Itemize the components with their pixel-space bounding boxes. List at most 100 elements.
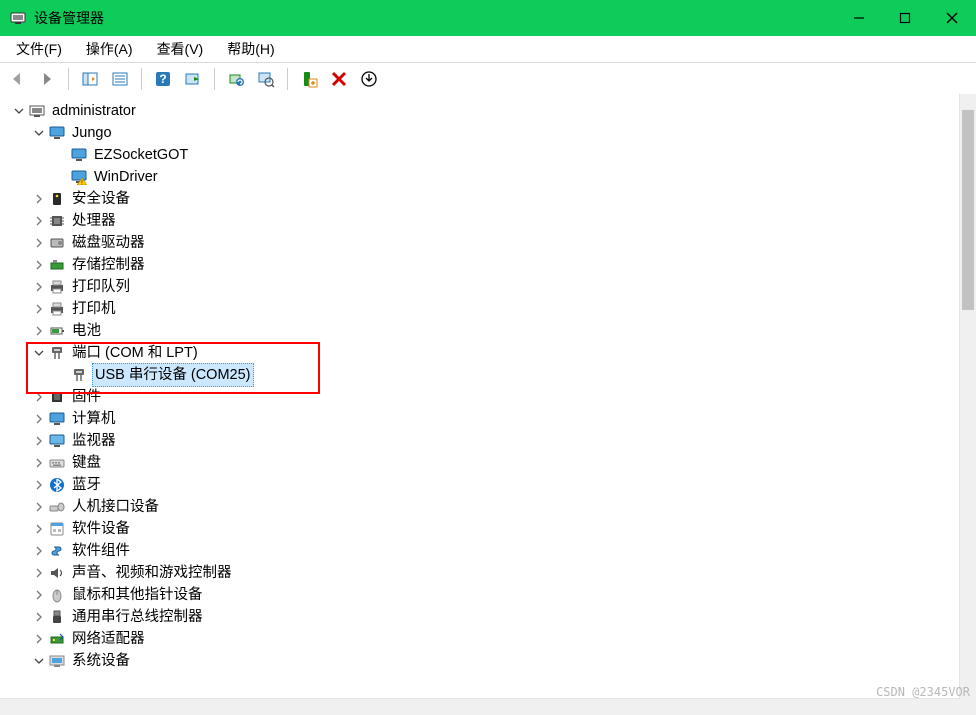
tree-label: 端口 (COM 和 LPT) — [70, 342, 200, 364]
tree-container: administrator Jungo EZSocketGOT ! WinDri… — [0, 94, 976, 715]
device-tree[interactable]: administrator Jungo EZSocketGOT ! WinDri… — [0, 94, 959, 715]
tree-node-computer[interactable]: 计算机 — [4, 408, 959, 430]
tree-label: WinDriver — [92, 166, 160, 188]
tree-node-bluetooth[interactable]: 蓝牙 — [4, 474, 959, 496]
menu-help[interactable]: 帮助(H) — [217, 36, 284, 62]
tree-node-print-queues[interactable]: 打印队列 — [4, 276, 959, 298]
tree-node-usb-serial[interactable]: USB 串行设备 (COM25) — [4, 364, 959, 386]
tree-node-monitors[interactable]: 监视器 — [4, 430, 959, 452]
minimize-button[interactable] — [836, 0, 882, 36]
chevron-right-icon[interactable] — [32, 192, 46, 206]
help-icon[interactable]: ? — [150, 66, 176, 92]
tree-node-keyboards[interactable]: 键盘 — [4, 452, 959, 474]
update-driver-icon[interactable] — [223, 66, 249, 92]
back-button[interactable] — [4, 66, 30, 92]
horizontal-scrollbar[interactable] — [0, 698, 960, 715]
toolbar-separator — [141, 68, 142, 90]
close-button[interactable] — [928, 0, 976, 36]
chevron-right-icon[interactable] — [32, 610, 46, 624]
chevron-right-icon[interactable] — [32, 522, 46, 536]
chevron-right-icon[interactable] — [32, 390, 46, 404]
tree-node-security-devices[interactable]: 安全设备 — [4, 188, 959, 210]
tree-node-printers[interactable]: 打印机 — [4, 298, 959, 320]
show-hide-tree-button[interactable] — [77, 66, 103, 92]
forward-button[interactable] — [34, 66, 60, 92]
tree-label: 人机接口设备 — [70, 496, 161, 518]
app-icon — [10, 10, 26, 26]
security-icon — [48, 190, 66, 208]
computer-icon — [28, 102, 46, 120]
network-icon — [48, 630, 66, 648]
chevron-right-icon[interactable] — [32, 588, 46, 602]
uninstall-icon[interactable] — [326, 66, 352, 92]
tree-node-software-devices[interactable]: 软件设备 — [4, 518, 959, 540]
tree-label: Jungo — [70, 122, 114, 144]
tree-node-jungo[interactable]: Jungo — [4, 122, 959, 144]
tree-node-processors[interactable]: 处理器 — [4, 210, 959, 232]
tree-node-firmware[interactable]: 固件 — [4, 386, 959, 408]
software-icon — [48, 520, 66, 538]
tree-node-root[interactable]: administrator — [4, 100, 959, 122]
tree-node-system-devices[interactable]: 系统设备 — [4, 650, 959, 672]
chevron-down-icon[interactable] — [32, 346, 46, 360]
scan-action-icon[interactable] — [180, 66, 206, 92]
chevron-right-icon[interactable] — [32, 434, 46, 448]
tree-label: 处理器 — [70, 210, 118, 232]
tree-node-usb-controllers[interactable]: 通用串行总线控制器 — [4, 606, 959, 628]
chevron-right-icon[interactable] — [32, 412, 46, 426]
tree-node-storage-controllers[interactable]: 存储控制器 — [4, 254, 959, 276]
menubar: 文件(F) 操作(A) 查看(V) 帮助(H) — [0, 36, 976, 63]
tree-label: 通用串行总线控制器 — [70, 606, 205, 628]
menu-view[interactable]: 查看(V) — [147, 36, 214, 62]
chevron-down-icon[interactable] — [12, 104, 26, 118]
chevron-right-icon[interactable] — [32, 280, 46, 294]
tree-label: 软件组件 — [70, 540, 132, 562]
component-icon — [48, 542, 66, 560]
window-title: 设备管理器 — [34, 8, 104, 28]
tree-node-windriver[interactable]: ! WinDriver — [4, 166, 959, 188]
chevron-right-icon[interactable] — [32, 324, 46, 338]
chevron-right-icon[interactable] — [32, 258, 46, 272]
tree-node-software-components[interactable]: 软件组件 — [4, 540, 959, 562]
chevron-right-icon[interactable] — [32, 632, 46, 646]
maximize-button[interactable] — [882, 0, 928, 36]
chevron-right-icon[interactable] — [32, 478, 46, 492]
add-device-icon[interactable] — [296, 66, 322, 92]
chevron-right-icon[interactable] — [32, 544, 46, 558]
vertical-scrollbar[interactable] — [959, 94, 976, 715]
chevron-right-icon[interactable] — [32, 500, 46, 514]
tree-node-disk-drives[interactable]: 磁盘驱动器 — [4, 232, 959, 254]
tree-node-network-adapters[interactable]: 网络适配器 — [4, 628, 959, 650]
chevron-down-icon[interactable] — [32, 654, 46, 668]
tree-label: 打印队列 — [70, 276, 132, 298]
tree-label: administrator — [50, 100, 138, 122]
toolbar-separator — [214, 68, 215, 90]
tree-label: EZSocketGOT — [92, 144, 190, 166]
chevron-right-icon[interactable] — [32, 236, 46, 250]
scrollbar-thumb[interactable] — [962, 110, 974, 310]
tree-node-ports[interactable]: 端口 (COM 和 LPT) — [4, 342, 959, 364]
chevron-right-icon[interactable] — [32, 456, 46, 470]
chevron-right-icon[interactable] — [32, 214, 46, 228]
scan-hardware-icon[interactable] — [253, 66, 279, 92]
tree-node-sound[interactable]: 声音、视频和游戏控制器 — [4, 562, 959, 584]
tree-node-batteries[interactable]: 电池 — [4, 320, 959, 342]
menu-action[interactable]: 操作(A) — [76, 36, 143, 62]
monitor-icon — [48, 124, 66, 142]
chevron-right-icon[interactable] — [32, 566, 46, 580]
tree-label: 软件设备 — [70, 518, 132, 540]
tree-node-ezsocket[interactable]: EZSocketGOT — [4, 144, 959, 166]
disable-icon[interactable] — [356, 66, 382, 92]
speaker-icon — [48, 564, 66, 582]
disk-icon — [48, 234, 66, 252]
tree-node-mice[interactable]: 鼠标和其他指针设备 — [4, 584, 959, 606]
chevron-down-icon[interactable] — [32, 126, 46, 140]
storage-controller-icon — [48, 256, 66, 274]
chevron-right-icon[interactable] — [32, 302, 46, 316]
system-icon — [48, 652, 66, 670]
menu-file[interactable]: 文件(F) — [6, 36, 72, 62]
properties-button[interactable] — [107, 66, 133, 92]
tree-label: 打印机 — [70, 298, 118, 320]
tree-node-hid[interactable]: 人机接口设备 — [4, 496, 959, 518]
tree-label: 存储控制器 — [70, 254, 147, 276]
